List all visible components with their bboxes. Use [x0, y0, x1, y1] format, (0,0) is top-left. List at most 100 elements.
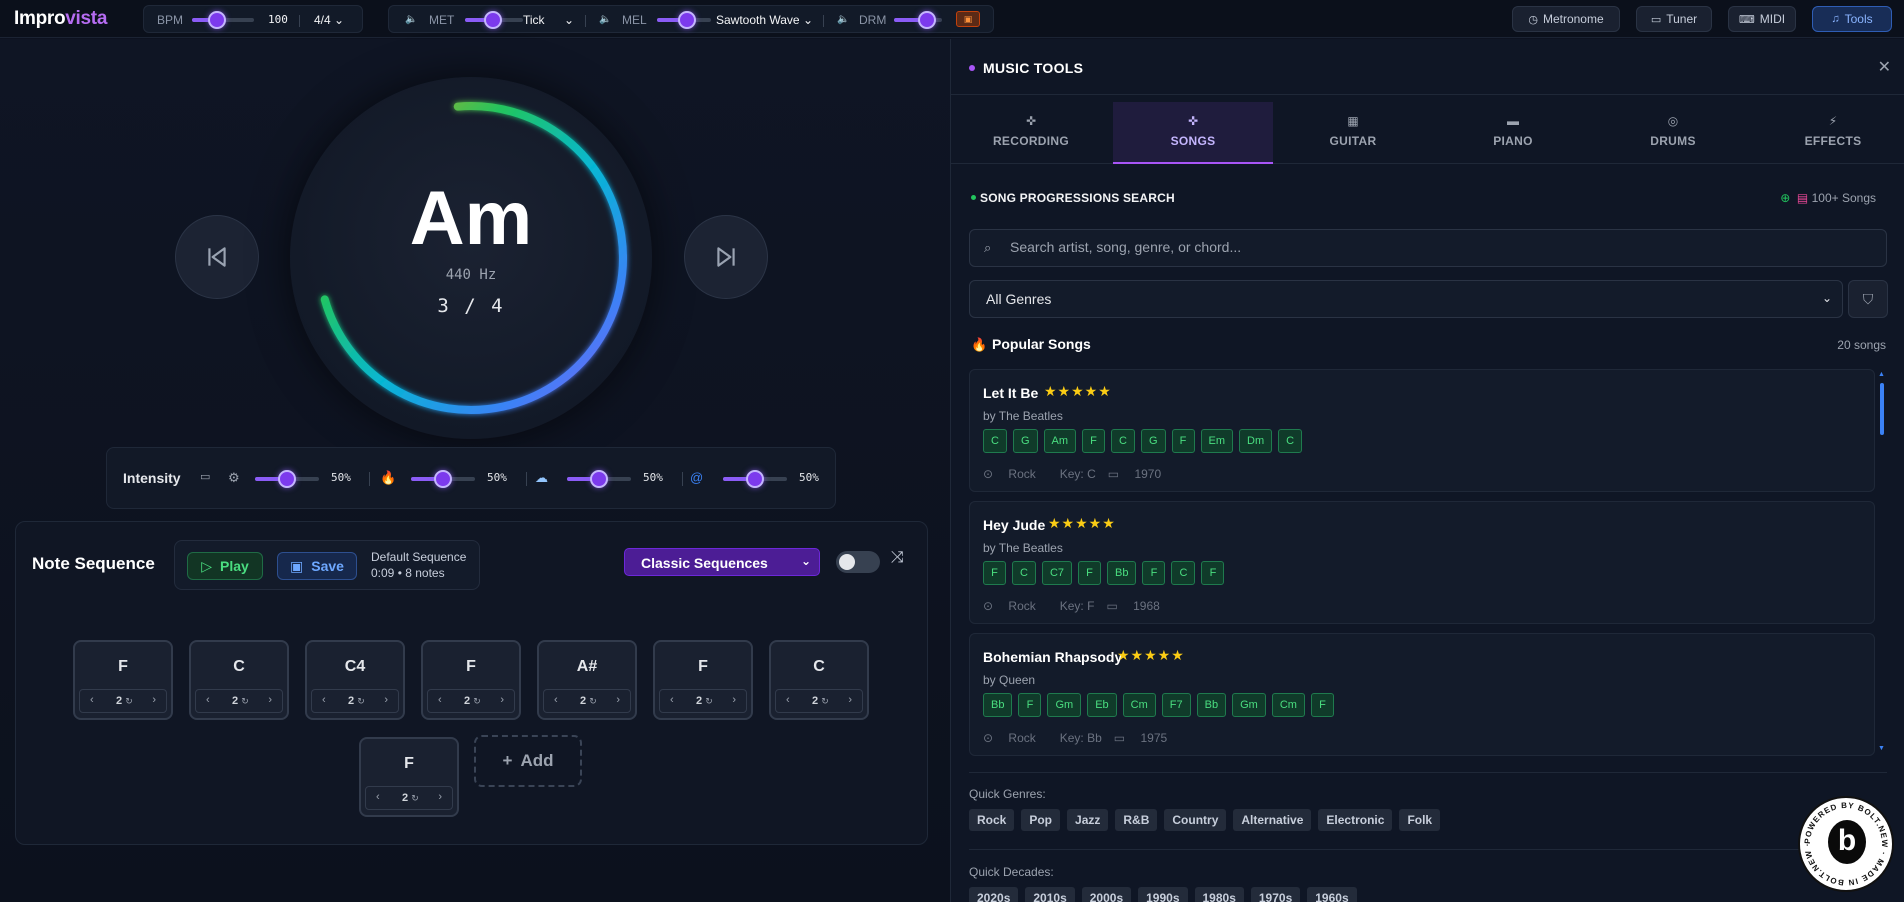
chord-chip[interactable]: Bb — [1107, 561, 1137, 585]
mel-sound-select[interactable]: Sawtooth Wave ⌄ — [716, 13, 813, 27]
chord-chip[interactable]: F — [1018, 693, 1042, 717]
chord-chip[interactable]: G — [1012, 429, 1038, 453]
chord-chip[interactable]: C — [1171, 561, 1196, 585]
note-card[interactable]: A# ‹ 2 ↻ › — [537, 640, 637, 720]
gear-icon[interactable]: ⚙ — [228, 470, 240, 486]
quick-decade-chip[interactable]: 2010s — [1025, 887, 1075, 902]
search-input[interactable] — [1010, 239, 1870, 255]
filter-button[interactable]: ⛉ — [1848, 280, 1888, 318]
chevron-left-icon[interactable]: ‹ — [206, 694, 210, 706]
chord-chip[interactable]: F — [1142, 561, 1166, 585]
quick-genre-chip[interactable]: Electronic — [1318, 809, 1393, 831]
chord-chip[interactable]: F — [1310, 693, 1334, 717]
next-chord-button[interactable] — [684, 215, 768, 299]
chord-chip[interactable]: Am — [1043, 429, 1077, 453]
chord-chip[interactable]: C — [1278, 429, 1303, 453]
quick-genre-chip[interactable]: Jazz — [1067, 809, 1109, 831]
quick-genre-chip[interactable]: Alternative — [1233, 809, 1312, 831]
chord-chip[interactable]: Gm — [1047, 693, 1082, 717]
note-card[interactable]: C ‹ 2 ↻ › — [769, 640, 869, 720]
note-card[interactable]: C4 ‹ 2 ↻ › — [305, 640, 405, 720]
chevron-left-icon[interactable]: ‹ — [376, 791, 380, 803]
play-button[interactable]: ▷ Play — [187, 552, 263, 580]
chevron-left-icon[interactable]: ‹ — [554, 694, 558, 706]
tab-piano[interactable]: ▬ PIANO — [1433, 102, 1593, 164]
quick-genre-chip[interactable]: Pop — [1021, 809, 1061, 831]
globe-icon[interactable]: ⊕ — [1780, 191, 1790, 205]
intensity-slider-4[interactable] — [723, 470, 787, 488]
chevron-right-icon[interactable]: › — [438, 791, 442, 803]
loop-toggle[interactable] — [836, 551, 880, 573]
tab-recording[interactable]: ✜ RECORDING — [951, 102, 1111, 164]
quick-genre-chip[interactable]: Rock — [969, 809, 1015, 831]
quick-decade-chip[interactable]: 1970s — [1250, 887, 1301, 902]
midi-button[interactable]: ⌨ MIDI — [1728, 6, 1796, 32]
chevron-left-icon[interactable]: ‹ — [322, 694, 326, 706]
quick-genre-chip[interactable]: Folk — [1399, 809, 1441, 831]
note-card[interactable]: C ‹ 2 ↻ › — [189, 640, 289, 720]
tab-songs[interactable]: ✜ SONGS — [1113, 102, 1273, 164]
chord-chip[interactable]: F — [1078, 561, 1102, 585]
speaker-icon[interactable]: 🔈 — [405, 14, 417, 25]
quick-decade-chip[interactable]: 1990s — [1138, 887, 1188, 902]
quick-genre-chip[interactable]: R&B — [1115, 809, 1158, 831]
save-button[interactable]: ▣ Save — [277, 552, 357, 580]
quick-decade-chip[interactable]: 1960s — [1307, 887, 1357, 902]
chevron-left-icon[interactable]: ‹ — [90, 694, 94, 706]
chevron-right-icon[interactable]: › — [500, 694, 504, 706]
chevron-left-icon[interactable]: ‹ — [786, 694, 790, 706]
song-list-scrollbar[interactable]: ▲ ▼ — [1878, 371, 1885, 753]
note-card[interactable]: F ‹ 2 ↻ › — [421, 640, 521, 720]
tab-guitar[interactable]: ▦ GUITAR — [1273, 102, 1433, 164]
speaker-icon[interactable]: 🔈 — [599, 14, 611, 25]
tuner-button[interactable]: ▭ Tuner — [1636, 6, 1712, 32]
genre-select[interactable]: All Genres ⌄ — [969, 280, 1843, 318]
song-card[interactable]: Bohemian Rhapsody ★★★★★ by Queen Bb F Gm Eb Cm F… — [969, 633, 1875, 756]
met-volume-slider[interactable] — [465, 11, 523, 29]
chord-chip[interactable]: Cm — [1271, 693, 1305, 717]
chevron-right-icon[interactable]: › — [616, 694, 620, 706]
chord-chip[interactable]: C — [1012, 561, 1036, 585]
intensity-slider-3[interactable] — [567, 470, 631, 488]
chord-chip[interactable]: F7 — [1161, 693, 1191, 717]
song-card[interactable]: Let It Be ★★★★★ by The Beatles C G Am F C G F Em Dm… — [969, 369, 1875, 492]
chord-chip[interactable]: F — [983, 561, 1006, 585]
chord-chip[interactable]: Gm — [1232, 693, 1266, 717]
chord-chip[interactable]: Eb — [1087, 693, 1117, 717]
app-logo[interactable]: Improvista — [14, 8, 107, 30]
chord-chip[interactable]: Em — [1200, 429, 1234, 453]
tab-effects[interactable]: ⚡ EFFECTS — [1753, 102, 1904, 164]
chord-chip[interactable]: G — [1140, 429, 1166, 453]
chevron-left-icon[interactable]: ‹ — [670, 694, 674, 706]
quick-decade-chip[interactable]: 2020s — [969, 887, 1019, 902]
bpm-slider[interactable] — [192, 11, 254, 29]
tab-drums[interactable]: ◎ DRUMS — [1593, 102, 1753, 164]
chord-chip[interactable]: F — [1082, 429, 1106, 453]
chord-chip[interactable]: C — [1111, 429, 1135, 453]
bolt-badge[interactable]: POWERED BY BOLT.NEW · MADE IN BOLT.NEW ·… — [1798, 796, 1894, 892]
chevron-right-icon[interactable]: › — [848, 694, 852, 706]
chord-chip[interactable]: C — [983, 429, 1007, 453]
chevron-right-icon[interactable]: › — [384, 694, 388, 706]
previous-chord-button[interactable] — [175, 215, 259, 299]
chord-chip[interactable]: C7 — [1041, 561, 1073, 585]
chord-chip[interactable]: Bb — [1196, 693, 1227, 717]
tools-button[interactable]: ♫ Tools — [1812, 6, 1892, 32]
chevron-right-icon[interactable]: › — [152, 694, 156, 706]
add-note-button[interactable]: + Add — [474, 735, 582, 787]
met-sound-select[interactable]: Tick — [523, 13, 545, 27]
chord-chip[interactable]: Dm — [1239, 429, 1273, 453]
note-card[interactable]: F ‹ 2 ↻ › — [73, 640, 173, 720]
camera-icon[interactable]: ▭ — [200, 470, 210, 483]
drum-pattern-icon[interactable]: ▣ — [956, 11, 980, 27]
note-card[interactable]: F ‹ 2 ↻ › — [653, 640, 753, 720]
time-signature-select[interactable]: 4/4 ⌄ — [314, 13, 344, 27]
chord-chip[interactable]: Bb — [983, 693, 1013, 717]
note-card[interactable]: F ‹ 2 ↻ › — [359, 737, 459, 817]
song-card[interactable]: Hey Jude ★★★★★ by The Beatles F C C7 F Bb F C F ⊙ R… — [969, 501, 1875, 624]
chord-chip[interactable]: F — [1201, 561, 1225, 585]
mel-volume-slider[interactable] — [657, 11, 711, 29]
intensity-slider-2[interactable] — [411, 470, 475, 488]
quick-decade-chip[interactable]: 1980s — [1194, 887, 1244, 902]
chord-chip[interactable]: Cm — [1122, 693, 1156, 717]
